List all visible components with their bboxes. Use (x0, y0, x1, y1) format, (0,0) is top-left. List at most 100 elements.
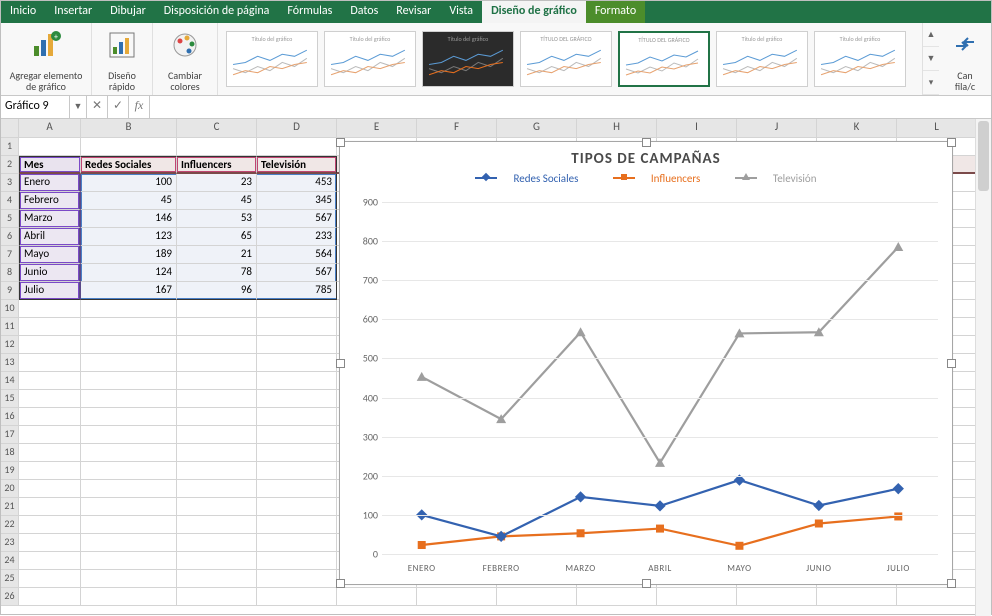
cell[interactable] (81, 498, 177, 516)
cell[interactable]: Junio (19, 264, 81, 282)
cell[interactable]: Mayo (19, 246, 81, 264)
cell[interactable] (19, 372, 81, 390)
cell[interactable]: Mes (19, 156, 81, 174)
cell[interactable] (177, 318, 257, 336)
cell[interactable] (257, 498, 337, 516)
cell[interactable]: 96 (177, 282, 257, 300)
cell[interactable] (81, 570, 177, 588)
cell[interactable] (737, 588, 817, 606)
cell[interactable] (177, 138, 257, 156)
cell[interactable] (81, 444, 177, 462)
cell[interactable] (19, 462, 81, 480)
cell[interactable] (81, 552, 177, 570)
cell[interactable] (257, 372, 337, 390)
cell[interactable]: 564 (257, 246, 337, 264)
cell[interactable] (177, 570, 257, 588)
cell[interactable] (81, 390, 177, 408)
cell[interactable] (257, 534, 337, 552)
gallery-scroll[interactable]: ▲ ▼ ▾ (922, 23, 939, 95)
cell[interactable] (19, 444, 81, 462)
cell[interactable] (81, 516, 177, 534)
cell[interactable] (177, 300, 257, 318)
cell[interactable] (257, 318, 337, 336)
cell[interactable] (81, 138, 177, 156)
cell[interactable]: Julio (19, 282, 81, 300)
col-header[interactable]: I (657, 119, 737, 137)
col-header[interactable]: C (177, 119, 257, 137)
cell[interactable] (81, 300, 177, 318)
tab-fórmulas[interactable]: Fórmulas (278, 1, 341, 23)
cell[interactable] (177, 534, 257, 552)
resize-handle[interactable] (947, 138, 956, 147)
cell[interactable] (19, 480, 81, 498)
cell[interactable] (657, 588, 737, 606)
tab-diseño-de-gráfico[interactable]: Diseño de gráfico (482, 1, 586, 23)
gallery-down-icon[interactable]: ▼ (923, 47, 939, 71)
chart-style-thumb[interactable]: TÍTULO DEL GRÁFICO (520, 31, 612, 87)
cell[interactable]: 65 (177, 228, 257, 246)
cell[interactable] (177, 462, 257, 480)
cell[interactable]: 167 (81, 282, 177, 300)
tab-vista[interactable]: Vista (440, 1, 482, 23)
chart-style-thumb[interactable]: Título del gráfico (324, 31, 416, 87)
cell[interactable] (177, 480, 257, 498)
cell[interactable] (81, 426, 177, 444)
cell[interactable] (257, 300, 337, 318)
name-box[interactable]: Gráfico 9 (1, 96, 70, 118)
cell[interactable] (19, 552, 81, 570)
cell[interactable] (19, 516, 81, 534)
col-header[interactable]: A (19, 119, 81, 137)
cell[interactable] (257, 570, 337, 588)
quick-layout-button[interactable]: Diseño rápido (92, 23, 153, 95)
cell[interactable] (81, 318, 177, 336)
cell[interactable]: Televisión (257, 156, 337, 174)
cell[interactable] (81, 336, 177, 354)
legend-item[interactable]: Influencers (651, 172, 700, 185)
legend-item[interactable]: Redes Sociales (513, 172, 578, 185)
cell[interactable] (257, 390, 337, 408)
cell[interactable] (81, 534, 177, 552)
chart-style-thumb[interactable]: Título del gráfico (716, 31, 808, 87)
cell[interactable]: Enero (19, 174, 81, 192)
tab-revisar[interactable]: Revisar (387, 1, 440, 23)
cell[interactable]: 45 (177, 192, 257, 210)
legend-item[interactable]: Televisión (773, 172, 817, 185)
cell[interactable] (81, 588, 177, 606)
vertical-scrollbar[interactable] (975, 119, 991, 616)
cell[interactable] (19, 336, 81, 354)
cell[interactable]: Febrero (19, 192, 81, 210)
cell[interactable] (257, 336, 337, 354)
cell[interactable] (257, 480, 337, 498)
cell[interactable] (19, 318, 81, 336)
cell[interactable] (81, 354, 177, 372)
chart-legend[interactable]: Redes Sociales Influencers Televisión (340, 172, 952, 189)
cell[interactable] (19, 570, 81, 588)
tab-formato[interactable]: Formato (586, 1, 645, 23)
col-header[interactable]: E (337, 119, 417, 137)
tab-inicio[interactable]: Inicio (1, 1, 45, 23)
chart-style-thumb[interactable]: Título del gráfico (422, 31, 514, 87)
cell[interactable]: 53 (177, 210, 257, 228)
cell[interactable] (19, 138, 81, 156)
cell[interactable] (177, 426, 257, 444)
cell[interactable] (81, 462, 177, 480)
cell[interactable] (257, 408, 337, 426)
chart-style-thumb[interactable]: Título del gráfico (226, 31, 318, 87)
cell[interactable] (19, 300, 81, 318)
col-header[interactable]: H (577, 119, 657, 137)
cell[interactable] (19, 354, 81, 372)
cell[interactable] (257, 552, 337, 570)
cell[interactable] (257, 138, 337, 156)
col-header[interactable]: F (417, 119, 497, 137)
cell[interactable]: 345 (257, 192, 337, 210)
cell[interactable]: 78 (177, 264, 257, 282)
name-box-dropdown-icon[interactable]: ▼ (70, 96, 87, 118)
add-chart-element-button[interactable]: + Agregar elemento de gráfico (1, 23, 92, 95)
cell[interactable]: 100 (81, 174, 177, 192)
cell[interactable] (897, 588, 977, 606)
cell[interactable] (177, 390, 257, 408)
cell[interactable]: 453 (257, 174, 337, 192)
gallery-up-icon[interactable]: ▲ (923, 23, 939, 47)
cell[interactable] (337, 588, 417, 606)
resize-handle[interactable] (947, 359, 956, 368)
